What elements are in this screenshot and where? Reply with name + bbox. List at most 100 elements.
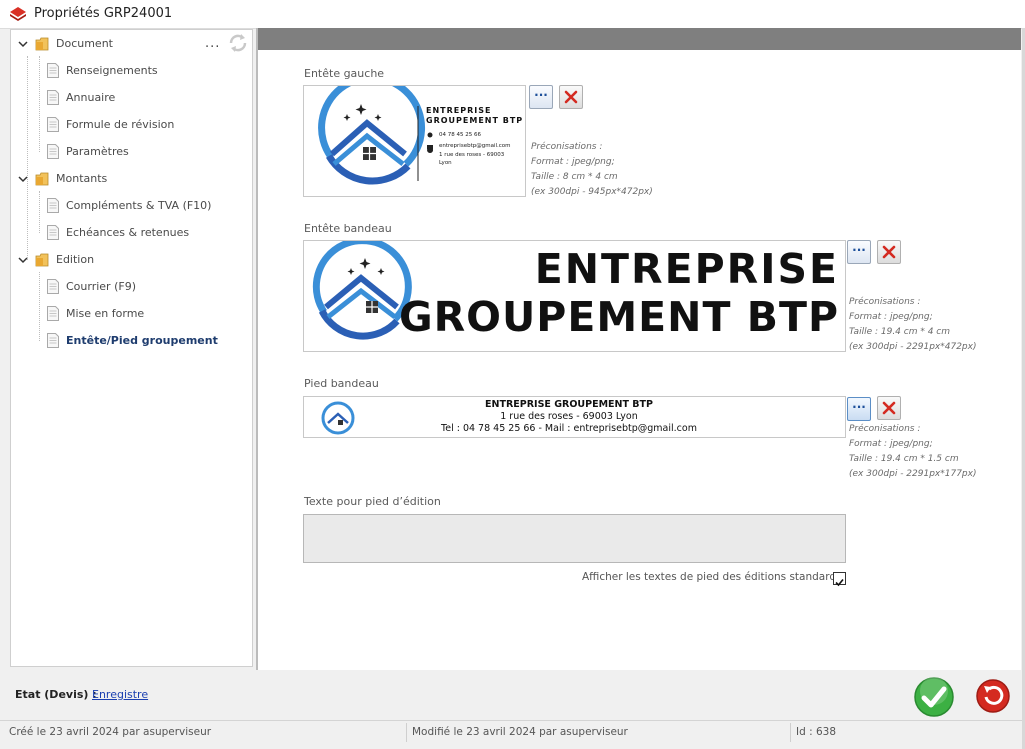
tree-item-label: Formule de révision — [66, 118, 175, 131]
banner-footer-recommendations: Préconisations : Format : jpeg/png; Tail… — [849, 422, 976, 482]
status-separator — [790, 723, 791, 742]
tree-group-label: Edition — [56, 253, 95, 266]
tree-item-entete-pied-groupement[interactable]: Entête/Pied groupement — [47, 332, 237, 354]
status-link[interactable]: Enregistre — [92, 688, 148, 701]
cancel-button[interactable] — [975, 678, 1011, 714]
tree-item-label: Entête/Pied groupement — [66, 334, 218, 347]
tree-group-edition[interactable]: Edition — [17, 251, 197, 273]
document-icon — [47, 63, 59, 78]
banner-footer-delete-button[interactable] — [877, 396, 901, 420]
preco-line: (ex 300dpi - 2291px*472px) — [849, 342, 977, 352]
company-email: entreprisebtp@gmail.com — [439, 143, 511, 149]
browse-label: ... — [534, 85, 548, 99]
company-name-line2: GROUPEMENT BTP — [426, 116, 524, 125]
banner-footer-image[interactable]: ENTREPRISE GROUPEMENT BTP 1 rue des rose… — [303, 396, 846, 438]
document-icon — [47, 90, 59, 105]
document-icon — [47, 333, 59, 348]
preco-line: (ex 300dpi - 2291px*177px) — [849, 469, 977, 479]
preco-line: (ex 300dpi - 945px*472px) — [531, 187, 653, 197]
document-icon — [47, 225, 59, 240]
refresh-icon[interactable] — [227, 32, 249, 54]
preco-line: Préconisations : — [849, 424, 921, 434]
tree-item-label: Compléments & TVA (F10) — [66, 199, 212, 212]
tree-item-label: Paramètres — [66, 145, 129, 158]
tree-guide — [39, 272, 40, 341]
document-icon — [47, 198, 59, 213]
tree-group-document[interactable]: Document — [17, 35, 197, 57]
standard-footer-checkbox[interactable] — [833, 572, 846, 587]
more-options-button[interactable]: ... — [205, 36, 220, 51]
tree-item-complements-tva[interactable]: Compléments & TVA (F10) — [47, 197, 237, 219]
document-icon — [47, 306, 59, 321]
status-bar: Créé le 23 avril 2024 par asuperviseur M… — [0, 720, 1022, 745]
banner-header-browse-button[interactable]: ... — [847, 240, 871, 264]
tree-item-renseignements[interactable]: Renseignements — [47, 62, 237, 84]
company-city: Lyon — [439, 160, 452, 166]
tree-item-label: Mise en forme — [66, 307, 145, 320]
preco-line: Taille : 19.4 cm * 1.5 cm — [849, 454, 959, 464]
document-icon — [47, 144, 59, 159]
folder-icon — [35, 172, 49, 186]
banner-title-line1: ENTREPRISE — [534, 245, 839, 293]
delete-icon — [564, 90, 578, 104]
created-info: Créé le 23 avril 2024 par asuperviseur — [9, 726, 212, 738]
banner-footer-browse-button[interactable]: ... — [847, 397, 871, 421]
chevron-down-icon[interactable] — [17, 254, 29, 266]
delete-icon — [882, 245, 896, 259]
document-icon — [47, 117, 59, 132]
tree-group-montants[interactable]: Montants — [17, 170, 197, 192]
record-id: Id : 638 — [796, 726, 837, 738]
tree-item-echeances-retenues[interactable]: Echéances & retenues — [47, 224, 237, 246]
folder-icon — [35, 253, 49, 267]
company-name-line1: ENTREPRISE — [426, 106, 492, 115]
chevron-down-icon[interactable] — [17, 173, 29, 185]
company-logo-icon — [318, 86, 434, 185]
chevron-down-icon[interactable] — [17, 38, 29, 50]
panel-header-bar — [258, 28, 1021, 50]
tree-guide — [39, 56, 40, 152]
bottom-bar: Etat (Devis) : Enregistre — [0, 670, 1022, 719]
footer-text-input[interactable] — [303, 514, 846, 563]
preco-line: Format : jpeg/png; — [849, 312, 933, 322]
banner-title-line2: GROUPEMENT BTP — [398, 293, 839, 341]
sidebar-tree: ... Document Renseignements Annuaire For… — [10, 29, 253, 667]
app-logo-icon — [10, 7, 26, 21]
window-title: Propriétés GRP24001 — [34, 6, 173, 21]
tree-item-label: Echéances & retenues — [66, 226, 190, 239]
modified-info: Modifié le 23 avril 2024 par asuperviseu… — [412, 726, 628, 738]
document-icon — [47, 279, 59, 294]
status-label: Etat (Devis) : — [15, 688, 97, 701]
banner-footer-label: Pied bandeau — [304, 377, 379, 390]
tree-guide — [39, 191, 40, 233]
tree-item-label: Courrier (F9) — [66, 280, 136, 293]
preco-line: Taille : 8 cm * 4 cm — [531, 172, 618, 182]
validate-button[interactable] — [913, 676, 955, 718]
checkmark-icon — [835, 578, 844, 587]
tree-item-label: Annuaire — [66, 91, 116, 104]
banner-header-image[interactable]: ENTREPRISE GROUPEMENT BTP — [303, 240, 846, 352]
tree-item-annuaire[interactable]: Annuaire — [47, 89, 237, 111]
preco-line: Format : jpeg/png; — [849, 439, 933, 449]
tree-item-mise-en-forme[interactable]: Mise en forme — [47, 305, 237, 327]
tree-group-label: Montants — [56, 172, 108, 185]
left-header-image[interactable]: ENTREPRISE GROUPEMENT BTP 04 78 45 25 66… — [303, 85, 526, 197]
tree-item-courrier[interactable]: Courrier (F9) — [47, 278, 237, 300]
banner-header-delete-button[interactable] — [877, 240, 901, 264]
tree-group-label: Document — [56, 37, 113, 50]
footer-company-name: ENTREPRISE GROUPEMENT BTP — [485, 399, 653, 410]
left-header-delete-button[interactable] — [559, 85, 583, 109]
window-titlebar: Propriétés GRP24001 — [0, 0, 1025, 29]
preco-line: Taille : 19.4 cm * 4 cm — [849, 327, 950, 337]
tree-guide — [27, 56, 28, 260]
main-panel: Entête gauche ENTREPRISE GROUPEMENT BTP … — [256, 28, 1021, 670]
tree-item-parametres[interactable]: Paramètres — [47, 143, 237, 165]
tree-item-formule-revision[interactable]: Formule de révision — [47, 116, 237, 138]
status-separator — [406, 723, 407, 742]
banner-header-recommendations: Préconisations : Format : jpeg/png; Tail… — [849, 295, 976, 355]
footer-contact: Tel : 04 78 45 25 66 - Mail : entreprise… — [441, 423, 697, 434]
left-header-recommendations: Préconisations : Format : jpeg/png; Tail… — [531, 140, 653, 200]
left-header-browse-button[interactable]: ... — [529, 85, 553, 109]
preco-line: Format : jpeg/png; — [531, 157, 615, 167]
banner-header-label: Entête bandeau — [304, 222, 392, 235]
standard-footer-label: Afficher les textes de pied des éditions… — [582, 571, 837, 583]
